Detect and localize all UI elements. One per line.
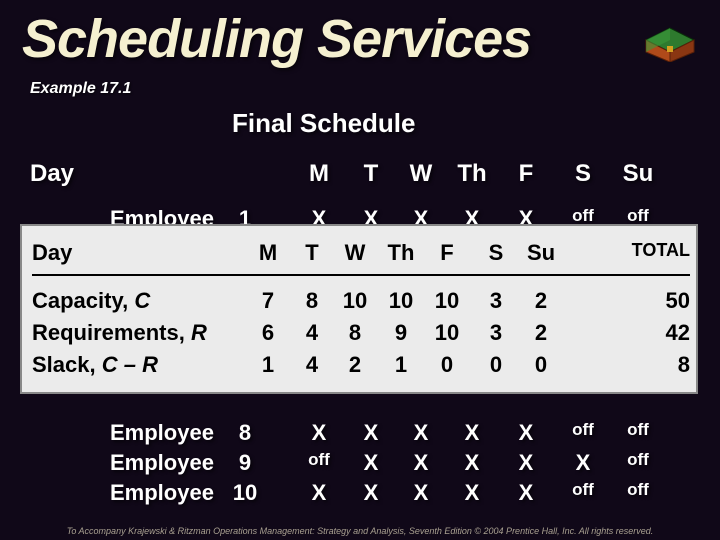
- schedule-header-col: W: [400, 160, 442, 188]
- schedule-header-col: M: [298, 160, 340, 188]
- summary-cell: 4: [294, 352, 330, 378]
- cell: X: [448, 420, 496, 446]
- employee-number: 8: [220, 420, 270, 446]
- summary-label-prefix: Capacity,: [32, 288, 134, 313]
- summary-header-col: M: [250, 240, 286, 266]
- summary-header-total: TOTAL: [582, 240, 690, 261]
- schedule-header-day: Day: [30, 160, 210, 188]
- schedule-header-col: Th: [448, 160, 496, 188]
- summary-cell: 0: [478, 352, 514, 378]
- cell: off: [298, 450, 340, 470]
- summary-box: Day M T W Th F S Su TOTAL Capacity, C 7 …: [20, 224, 698, 394]
- summary-total: 50: [582, 288, 690, 314]
- cell: off: [614, 450, 662, 470]
- summary-header-col: S: [478, 240, 514, 266]
- summary-header-col: Th: [380, 240, 422, 266]
- cell: X: [350, 420, 392, 446]
- summary-cell: 3: [478, 320, 514, 346]
- summary-header-day: Day: [32, 240, 232, 266]
- schedule-header-col: Su: [614, 160, 662, 188]
- summary-rule: [32, 274, 690, 276]
- page-title: Scheduling Services: [0, 0, 720, 70]
- cell: X: [400, 420, 442, 446]
- cell: X: [350, 480, 392, 506]
- cell: X: [505, 450, 547, 476]
- summary-label-prefix: Slack,: [32, 352, 102, 377]
- summary-cell: 2: [520, 288, 562, 314]
- cell: off: [614, 206, 662, 226]
- summary-cell: 8: [334, 320, 376, 346]
- summary-cell: 10: [380, 288, 422, 314]
- summary-cell: 10: [334, 288, 376, 314]
- cell: X: [400, 450, 442, 476]
- example-label: Example 17.1: [0, 70, 720, 98]
- cell: off: [614, 420, 662, 440]
- cell: X: [448, 480, 496, 506]
- schedule-header-col: F: [505, 160, 547, 188]
- cell: off: [614, 480, 662, 500]
- cell: X: [298, 420, 340, 446]
- summary-row-label: Slack, C – R: [32, 352, 232, 378]
- summary-cell: 0: [520, 352, 562, 378]
- summary-row-label: Requirements, R: [32, 320, 232, 346]
- summary-cell: 9: [380, 320, 422, 346]
- cell: X: [400, 480, 442, 506]
- cell: off: [562, 420, 604, 440]
- employee-number: 10: [220, 480, 270, 506]
- summary-total: 42: [582, 320, 690, 346]
- summary-label-prefix: Requirements,: [32, 320, 191, 345]
- summary-row-label: Capacity, C: [32, 288, 232, 314]
- summary-label-var: C: [134, 288, 150, 313]
- footer-text: To Accompany Krajewski & Ritzman Operati…: [0, 526, 720, 536]
- schedule-header-col: T: [350, 160, 392, 188]
- summary-label-var: R: [191, 320, 207, 345]
- summary-total: 8: [582, 352, 690, 378]
- summary-cell: 7: [250, 288, 286, 314]
- summary-cell: 4: [294, 320, 330, 346]
- summary-cell: 2: [334, 352, 376, 378]
- cell: X: [505, 480, 547, 506]
- cell: X: [562, 450, 604, 476]
- summary-cell: 0: [426, 352, 468, 378]
- cell: X: [505, 420, 547, 446]
- summary-cell: 10: [426, 288, 468, 314]
- summary-header-col: F: [426, 240, 468, 266]
- cell: X: [448, 450, 496, 476]
- cell: X: [350, 450, 392, 476]
- cell: off: [562, 206, 604, 226]
- summary-header-col: W: [334, 240, 376, 266]
- schedule-header-col: S: [562, 160, 604, 188]
- chest-icon: [642, 18, 698, 62]
- summary-cell: 2: [520, 320, 562, 346]
- summary-cell: 6: [250, 320, 286, 346]
- summary-cell: 1: [380, 352, 422, 378]
- summary-cell: 10: [426, 320, 468, 346]
- summary-label-var: C – R: [102, 352, 158, 377]
- summary-cell: 3: [478, 288, 514, 314]
- summary-cell: 1: [250, 352, 286, 378]
- summary-header-col: T: [294, 240, 330, 266]
- employee-number: 9: [220, 450, 270, 476]
- summary-header-col: Su: [520, 240, 562, 266]
- cell: X: [298, 480, 340, 506]
- cell: off: [562, 480, 604, 500]
- summary-cell: 8: [294, 288, 330, 314]
- subtitle: Final Schedule: [232, 108, 416, 139]
